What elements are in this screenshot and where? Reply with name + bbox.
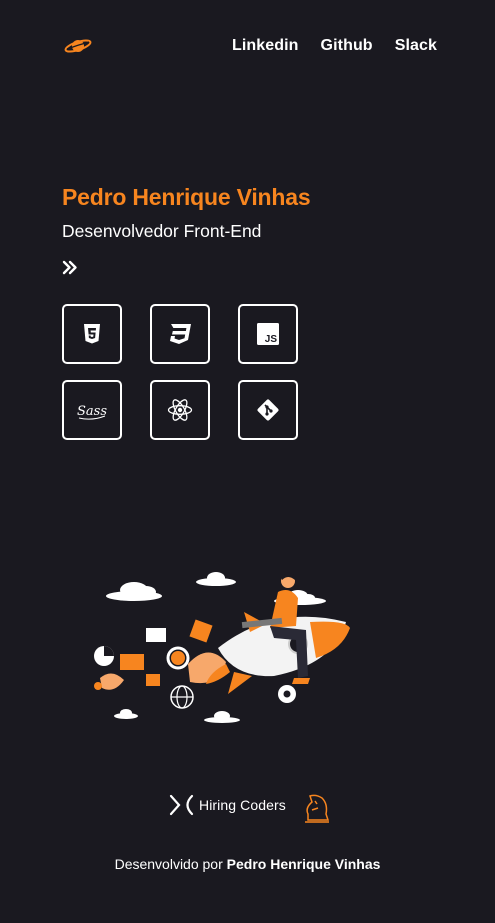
cloud-icon <box>204 711 240 723</box>
nav-link-github[interactable]: Github <box>321 37 373 55</box>
footer-author[interactable]: Pedro Henrique Vinhas <box>227 856 381 872</box>
cloud-icon <box>114 709 138 719</box>
saturn-planet-icon[interactable] <box>64 36 92 56</box>
main-nav: Linkedin Github Slack <box>232 37 437 55</box>
git-icon <box>257 399 279 421</box>
double-chevron-right-icon[interactable] <box>62 260 78 275</box>
skill-html5[interactable] <box>62 304 122 364</box>
react-icon <box>167 399 193 421</box>
javascript-icon-label: JS <box>265 334 278 345</box>
skill-javascript[interactable]: JS <box>238 304 298 364</box>
javascript-icon: JS <box>257 323 279 345</box>
html5-icon <box>84 324 100 344</box>
nav-link-slack[interactable]: Slack <box>395 37 437 55</box>
skill-react[interactable] <box>150 380 210 440</box>
card-icon <box>146 628 166 642</box>
bulb-icon <box>94 682 102 690</box>
video-icon <box>146 674 160 686</box>
css3-icon <box>170 324 191 344</box>
cloud-icon <box>196 572 236 586</box>
chess-knight-icon <box>305 794 330 823</box>
image-icon <box>120 654 144 670</box>
brand-text: Hiring Coders <box>199 797 286 813</box>
skill-css3[interactable] <box>150 304 210 364</box>
skills-grid: JS Sass <box>62 304 298 440</box>
header: Linkedin Github Slack <box>0 0 495 92</box>
hero-name: Pedro Henrique Vinhas <box>62 184 311 210</box>
hero-role: Desenvolvedor Front-End <box>62 221 262 241</box>
blob-shape <box>100 673 124 690</box>
rocket-developer-illustration <box>94 572 350 723</box>
footer: Desenvolvido por Pedro Henrique Vinhas <box>0 856 495 872</box>
cloud-icon <box>106 582 162 601</box>
skill-git[interactable] <box>238 380 298 440</box>
skill-sass[interactable]: Sass <box>62 380 122 440</box>
footer-prefix: Desenvolvido por <box>114 856 227 872</box>
nav-link-linkedin[interactable]: Linkedin <box>232 37 299 55</box>
hero: Pedro Henrique Vinhas Desenvolvedor Fron… <box>62 182 311 242</box>
document-icon <box>189 619 213 643</box>
sass-icon: Sass <box>77 404 107 420</box>
